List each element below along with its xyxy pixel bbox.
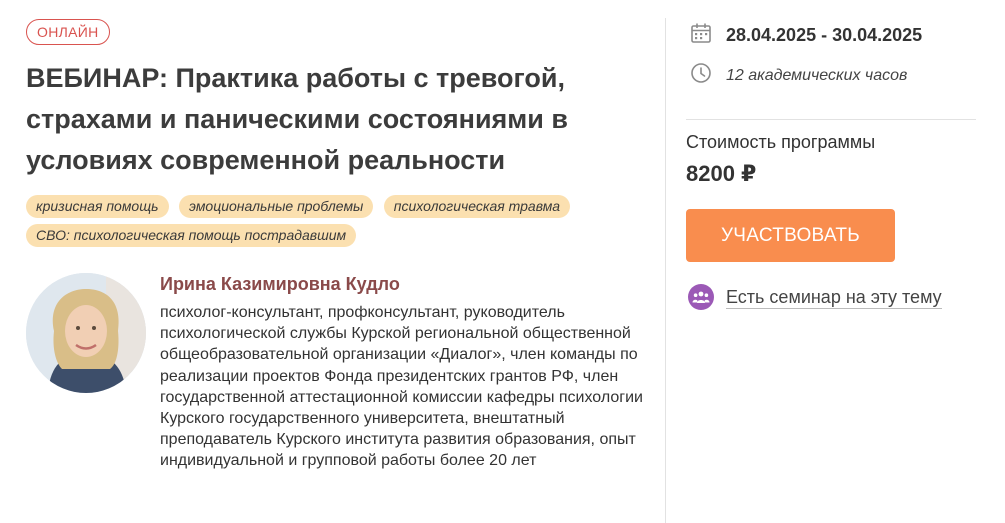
sidebar-divider (686, 119, 976, 120)
calendar-icon (690, 22, 712, 49)
online-badge: ОНЛАЙН (26, 19, 110, 45)
author-bio: психолог-консультант, профконсультант, р… (160, 304, 643, 470)
group-icon (688, 284, 714, 310)
tag-item[interactable]: психологическая травма (383, 195, 571, 218)
event-dates: 28.04.2025 - 30.04.2025 (690, 22, 922, 49)
event-hours: 12 академических часов (690, 62, 907, 89)
column-divider (665, 18, 666, 523)
hours-text: 12 академических часов (726, 66, 908, 84)
tag-item[interactable]: СВО: психологическая помощь пострадавшим (26, 224, 357, 247)
tag-list: кризисная помощь эмоциональные проблемы … (26, 195, 646, 253)
page-title: ВЕБИНАР: Практика работы с тревогой, стр… (26, 63, 568, 175)
author-name[interactable]: Ирина Казимировна Кудло (160, 274, 400, 295)
dates-text: 28.04.2025 - 30.04.2025 (726, 25, 923, 45)
price-value: 8200 ₽ (686, 161, 757, 186)
seminar-link[interactable]: Есть семинар на эту тему (688, 284, 942, 310)
clock-icon (690, 62, 712, 89)
participate-button[interactable]: УЧАСТВОВАТЬ (686, 209, 895, 262)
seminar-link-label: Есть семинар на эту тему (726, 286, 942, 309)
online-badge-label: ОНЛАЙН (37, 24, 99, 40)
author-avatar (26, 273, 146, 393)
price-label: Стоимость программы (686, 132, 876, 152)
author-photo (26, 273, 146, 393)
tag-item[interactable]: кризисная помощь (26, 195, 169, 218)
tag-item[interactable]: эмоциональные проблемы (178, 195, 374, 218)
